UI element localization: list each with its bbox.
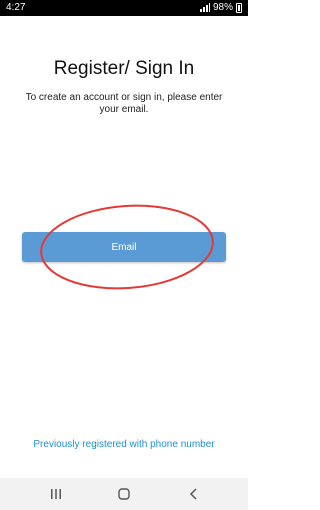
recent-apps-button[interactable]: [46, 486, 66, 502]
home-icon: [118, 488, 130, 500]
signal-icon: [199, 3, 210, 12]
navigation-bar: [0, 478, 248, 510]
status-bar: 4:27 98%: [0, 0, 248, 16]
battery-percent: 98%: [212, 2, 233, 13]
home-button[interactable]: [114, 486, 134, 502]
page-title: Register/ Sign In: [53, 58, 195, 79]
status-indicators: 98%: [199, 2, 242, 13]
page-subtitle: To create an account or sign in, please …: [25, 92, 223, 115]
email-button[interactable]: Email: [22, 232, 226, 262]
status-time: 4:27: [6, 2, 26, 13]
battery-icon: [236, 2, 242, 13]
back-icon: [189, 488, 197, 500]
email-button-label: Email: [111, 241, 137, 253]
back-button[interactable]: [184, 486, 204, 502]
phone-login-link[interactable]: Previously registered with phone number: [0, 439, 248, 450]
recent-apps-icon: [51, 489, 61, 499]
register-screen: 4:27 98% Register/ Sign In To create an …: [0, 0, 248, 510]
